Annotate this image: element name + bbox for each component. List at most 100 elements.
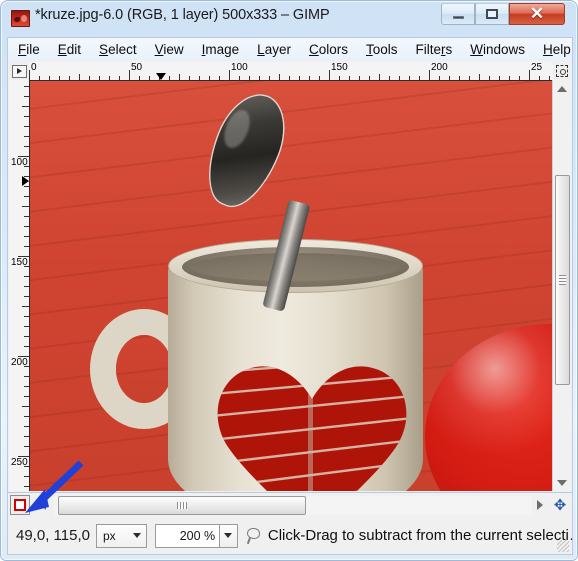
ruler-label: 50	[131, 62, 143, 73]
ruler-tick	[24, 416, 29, 417]
status-message: Click-Drag to subtract from the current …	[267, 527, 572, 544]
ruler-tick	[379, 74, 380, 80]
menu-item-colors[interactable]: Colors	[307, 41, 350, 58]
ruler-tick	[24, 326, 29, 327]
ruler-tick	[259, 76, 260, 80]
ruler-tick	[24, 366, 29, 367]
ruler-tick	[24, 186, 29, 187]
vertical-ruler[interactable]: 100 150 200 250	[9, 80, 30, 491]
scroll-left-button[interactable]	[34, 496, 52, 514]
menu-item-select[interactable]: Select	[97, 41, 139, 58]
menu-item-help[interactable]: Help	[541, 41, 573, 58]
unit-value: px	[102, 528, 116, 543]
horizontal-ruler[interactable]: 0 50 100 150 200 25	[29, 62, 553, 81]
close-button[interactable]: ✕	[509, 3, 565, 25]
photo-background	[30, 81, 553, 491]
ruler-tick	[229, 70, 230, 80]
zoom-image-window-button[interactable]	[552, 62, 571, 80]
menu-item-windows[interactable]: Windows	[468, 41, 527, 58]
menu-item-edit[interactable]: Edit	[56, 41, 83, 58]
ruler-label: 100	[11, 157, 28, 168]
ruler-tick	[24, 296, 29, 297]
ruler-tick	[24, 426, 29, 427]
menu-item-file[interactable]: File	[16, 41, 42, 58]
horizontal-scroll-thumb[interactable]	[58, 496, 306, 515]
ruler-tick	[69, 76, 70, 80]
ruler-label: 250	[11, 457, 28, 468]
ruler-tick	[169, 76, 170, 80]
scroll-thumb-grip	[177, 502, 187, 509]
ruler-tick	[479, 74, 480, 80]
ruler-tick	[319, 76, 320, 80]
ruler-tick	[339, 76, 340, 80]
title-bar[interactable]: *kruze.jpg-6.0 (RGB, 1 layer) 500x333 – …	[1, 1, 577, 35]
status-bar: 49,0, 115,0 px 200 % Click-Drag to subtr…	[7, 517, 573, 555]
ruler-tick	[359, 76, 360, 80]
ruler-tick	[189, 76, 190, 80]
menu-item-filters[interactable]: Filters	[413, 41, 454, 58]
ruler-origin-toggle[interactable]	[9, 62, 29, 80]
mug-handle-hole	[116, 335, 172, 403]
ruler-tick	[24, 276, 29, 277]
zoom-input[interactable]: 200 %	[154, 523, 221, 548]
vertical-scrollbar[interactable]	[552, 80, 571, 491]
gimp-image-icon	[11, 10, 30, 27]
unit-selector[interactable]: px	[95, 523, 147, 548]
free-select-lasso-icon	[246, 527, 262, 545]
window-resize-grip[interactable]	[557, 540, 569, 552]
chevron-down-icon	[224, 533, 233, 538]
ruler-tick	[139, 76, 140, 80]
quick-mask-toggle-button[interactable]	[10, 495, 30, 515]
ruler-tick	[509, 76, 510, 80]
ruler-tick	[269, 76, 270, 80]
ruler-tick	[24, 236, 29, 237]
maximize-icon	[476, 4, 508, 24]
horizontal-scrollbar[interactable]	[54, 496, 532, 515]
menu-item-tools[interactable]: Tools	[364, 41, 400, 58]
ruler-tick	[24, 336, 29, 337]
navigation-button[interactable]: ✥	[550, 496, 570, 515]
ruler-tick	[249, 76, 250, 80]
ruler-tick	[369, 76, 370, 80]
scroll-down-button[interactable]	[553, 474, 571, 491]
menu-bar: File Edit Select View Image Layer Colors…	[7, 37, 573, 61]
ruler-tick	[24, 246, 29, 247]
maximize-button[interactable]	[475, 3, 509, 25]
ruler-tick	[219, 76, 220, 80]
zoom-dropdown-button[interactable]	[220, 523, 238, 548]
ruler-tick	[24, 386, 29, 387]
ruler-tick	[24, 376, 29, 377]
ruler-tick	[109, 76, 110, 80]
ruler-label: 200	[11, 357, 28, 368]
ruler-tick	[429, 70, 430, 80]
ruler-label: 100	[231, 62, 248, 73]
horizontal-position-marker	[156, 73, 166, 80]
menu-item-image[interactable]: Image	[200, 41, 242, 58]
ruler-tick	[449, 76, 450, 80]
ruler-tick	[24, 466, 29, 467]
bottom-scroll-strip: ✥	[7, 493, 573, 517]
ruler-tick	[24, 96, 29, 97]
ruler-label: 150	[11, 257, 28, 268]
ruler-tick	[22, 106, 29, 107]
vertical-scroll-thumb[interactable]	[555, 175, 570, 385]
scroll-right-button[interactable]	[532, 496, 548, 514]
image-canvas[interactable]	[30, 81, 553, 491]
ruler-tick	[459, 76, 460, 80]
ruler-tick	[179, 74, 180, 80]
ruler-label: 200	[431, 62, 448, 73]
ruler-tick	[24, 446, 29, 447]
cursor-position-label: 49,0, 115,0	[16, 527, 90, 544]
ruler-tick	[29, 70, 30, 80]
menu-item-view[interactable]: View	[153, 41, 186, 58]
ruler-tick	[439, 76, 440, 80]
scroll-up-button[interactable]	[553, 80, 571, 97]
ruler-tick	[22, 306, 29, 307]
ruler-tick	[59, 76, 60, 80]
menu-item-layer[interactable]: Layer	[255, 41, 293, 58]
ruler-tick	[299, 76, 300, 80]
ruler-tick	[519, 76, 520, 80]
minimize-button[interactable]	[441, 3, 475, 25]
ruler-tick	[419, 76, 420, 80]
ruler-tick	[24, 226, 29, 227]
